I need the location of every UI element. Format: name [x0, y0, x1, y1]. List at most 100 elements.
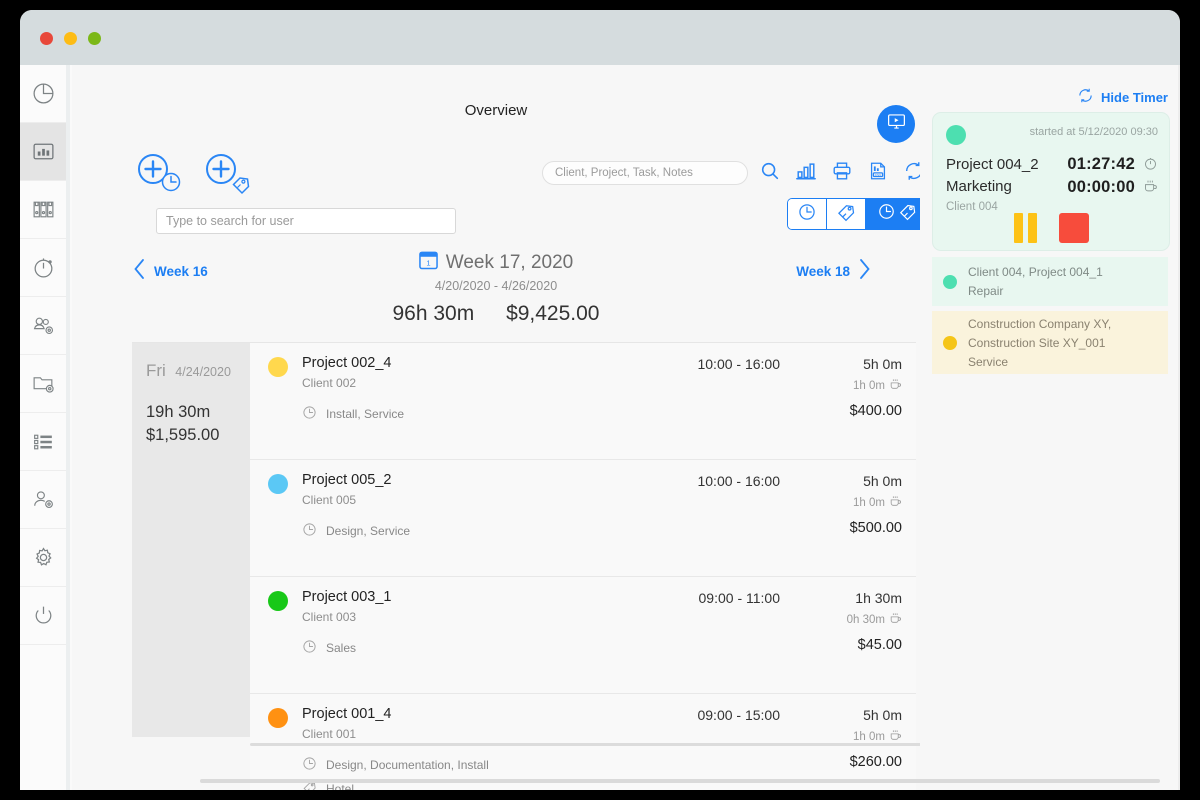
csv-export-icon: CSV	[867, 160, 889, 187]
clock-icon	[877, 202, 896, 226]
gear-icon	[31, 545, 56, 570]
entry-break: 1h 0m	[853, 378, 902, 394]
timer-project: Project 004_2	[946, 156, 1039, 173]
table-horizontal-scrollbar[interactable]	[250, 743, 922, 746]
overview-content: Overview Type to search for user Client,…	[72, 65, 929, 790]
clock-icon	[302, 405, 317, 423]
favorite-line: Construction Site XY_001	[968, 335, 1106, 350]
favorite-item[interactable]: Construction Company XY, Construction Si…	[932, 311, 1168, 374]
pause-button[interactable]	[1013, 213, 1037, 243]
entry-client: Client 003	[302, 610, 357, 624]
favorite-line: Client 004, Project 004_1	[968, 265, 1103, 279]
refresh-icon	[1077, 87, 1094, 107]
svg-text:CSV: CSV	[875, 172, 882, 176]
chart-icon	[795, 160, 817, 187]
sidebar-item-logout[interactable]	[20, 587, 66, 645]
sidebar-divider	[66, 65, 70, 790]
screenshot-root: Overview Type to search for user Client,…	[0, 0, 1200, 800]
entry-tasks: Design, Documentation, Install	[326, 758, 489, 772]
stopwatch-icon	[31, 255, 56, 280]
timer-project-color-dot	[946, 125, 966, 145]
sidebar-item-timer[interactable]	[20, 239, 66, 297]
favorite-item[interactable]: Client 004, Project 004_1 Repair	[932, 257, 1168, 306]
sidebar-item-users[interactable]	[20, 471, 66, 529]
entry-break-value: 1h 0m	[853, 731, 885, 743]
sidebar	[20, 65, 67, 790]
bar-chart-icon	[31, 139, 56, 164]
timer-task: Marketing	[946, 178, 1012, 195]
day-of-week: Fri	[146, 361, 166, 380]
add-expense-entry-button[interactable]	[205, 153, 251, 195]
entry-time-range: 09:00 - 11:00	[698, 590, 780, 606]
sidebar-item-folders[interactable]	[20, 355, 66, 413]
project-color-dot	[268, 474, 288, 494]
week-summary: 1 Week 17, 2020 4/20/2020 - 4/26/2020 96…	[72, 250, 920, 326]
entry-break-value: 1h 0m	[853, 497, 885, 509]
calendar-icon: 1	[418, 250, 438, 276]
entry-duration: 5h 0m	[863, 707, 902, 723]
clock-icon	[302, 756, 317, 774]
csv-export-icon-button[interactable]: CSV	[864, 160, 892, 186]
entry-project: Project 001_4	[302, 706, 392, 722]
entry-project: Project 003_1	[302, 589, 392, 605]
week-date-range: 4/20/2020 - 4/26/2020	[434, 279, 558, 293]
search-icon	[759, 160, 781, 187]
video-tutorial-button[interactable]	[877, 105, 915, 143]
close-button[interactable]	[40, 32, 53, 45]
timer-elapsed: 01:27:42	[1067, 155, 1135, 173]
search-input[interactable]	[542, 161, 748, 185]
zoom-button[interactable]	[88, 32, 101, 45]
segment-time-only[interactable]	[788, 199, 827, 229]
search-toolbar: CSV	[542, 160, 928, 186]
entry-client: Client 002	[302, 376, 357, 390]
app-window: Overview Type to search for user Client,…	[20, 10, 1180, 790]
hide-timer-label: Hide Timer	[1101, 89, 1168, 105]
user-search-input[interactable]	[156, 208, 456, 234]
entry-break-value: 1h 0m	[853, 380, 885, 392]
table-row[interactable]: Project 005_2 Client 005 10:00 - 16:00 5…	[250, 460, 916, 577]
day-totals: 19h 30m $1,595.00	[146, 401, 219, 447]
hide-timer-button[interactable]: Hide Timer	[1077, 87, 1168, 107]
stop-button[interactable]	[1058, 213, 1089, 243]
minimize-button[interactable]	[64, 32, 77, 45]
entry-time-range: 09:00 - 15:00	[697, 707, 780, 723]
week-label: Week 17, 2020	[445, 252, 574, 273]
entry-amount: $400.00	[849, 403, 902, 419]
sidebar-item-tasks[interactable]	[20, 413, 66, 471]
segment-time-and-expense[interactable]	[866, 199, 928, 229]
sidebar-item-overview[interactable]	[20, 123, 66, 181]
sidebar-item-settings[interactable]	[20, 529, 66, 587]
table-row[interactable]: Project 001_4 Client 001 09:00 - 15:00 5…	[250, 694, 916, 790]
sidebar-item-binders[interactable]	[20, 181, 66, 239]
print-icon-button[interactable]	[828, 160, 856, 186]
day-date: 4/24/2020	[175, 365, 231, 379]
entries-table: Fri 4/24/2020 19h 30m $1,595.00 Project …	[132, 342, 922, 790]
page-title: Overview	[464, 102, 528, 119]
main-area: Overview Type to search for user Client,…	[72, 65, 1180, 790]
week-title-row[interactable]: 1 Week 17, 2020	[418, 250, 574, 276]
video-tutorial-icon	[886, 111, 907, 137]
entry-rows: Project 002_4 Client 002 10:00 - 16:00 5…	[250, 343, 916, 790]
coffee-cup-icon	[889, 378, 902, 394]
sidebar-item-reports[interactable]	[20, 65, 66, 123]
window-controls	[40, 32, 101, 45]
entry-project: Project 002_4	[302, 355, 392, 371]
table-row[interactable]: Project 002_4 Client 002 10:00 - 16:00 5…	[250, 343, 916, 460]
running-timer-card[interactable]: started at 5/12/2020 09:30 Project 004_2…	[932, 112, 1170, 251]
binders-icon	[31, 197, 56, 222]
timer-panel: Hide Timer started at 5/12/2020 09:30 Pr…	[920, 65, 1180, 790]
entry-duration: 1h 30m	[855, 590, 902, 606]
add-time-entry-button[interactable]	[137, 153, 183, 195]
sidebar-item-teams[interactable]	[20, 297, 66, 355]
search-icon-button[interactable]	[756, 160, 784, 186]
favorite-color-dot	[943, 335, 957, 350]
timer-client: Client 004	[946, 201, 998, 213]
chart-icon-button[interactable]	[792, 160, 820, 186]
day-total-hours: 19h 30m	[146, 403, 211, 421]
segment-expense-only[interactable]	[827, 199, 866, 229]
window-horizontal-scrollbar[interactable]	[200, 779, 1160, 783]
entry-time-range: 10:00 - 16:00	[697, 356, 780, 372]
entry-tags: Hotel	[326, 782, 355, 790]
stopwatch-icon	[1143, 156, 1158, 176]
table-row[interactable]: Project 003_1 Client 003 09:00 - 11:00 1…	[250, 577, 916, 694]
